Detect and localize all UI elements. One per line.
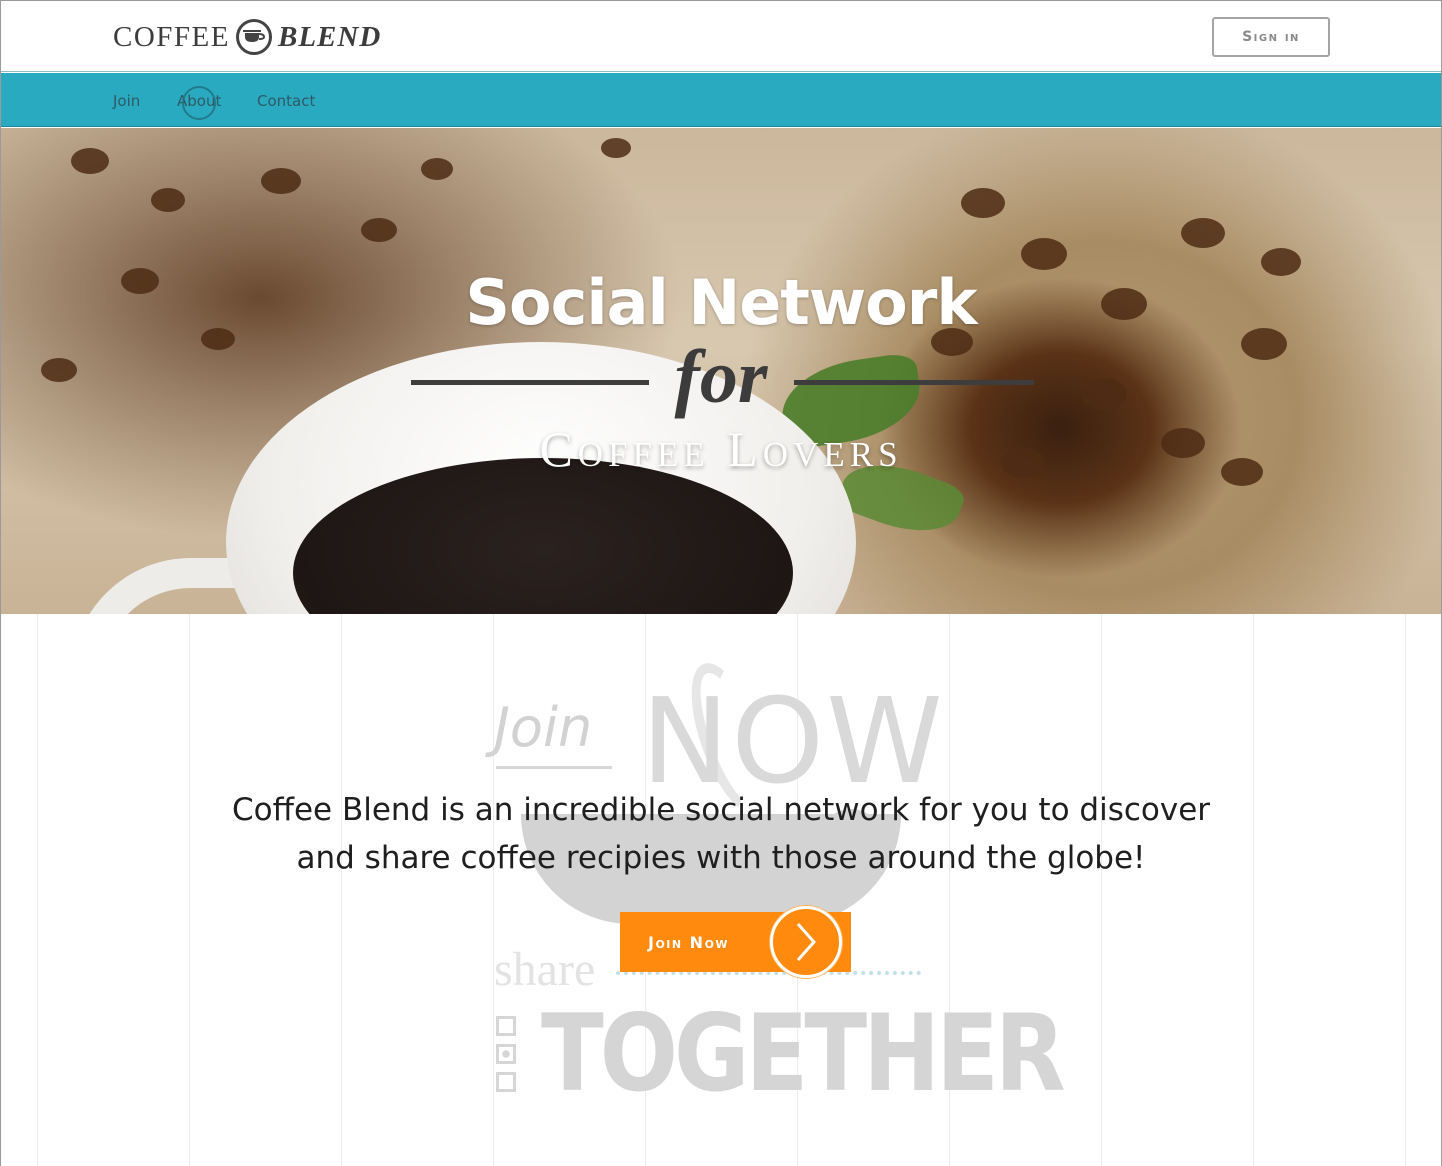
- coffee-cup-icon: [235, 19, 272, 55]
- cursor-indicator: [182, 86, 216, 120]
- join-now-button[interactable]: Join Now: [620, 906, 851, 978]
- nav-item-join[interactable]: Join: [113, 92, 140, 110]
- intro-section: NOW Join share TOGETHER Coffee Blend is …: [1, 614, 1441, 1166]
- logo-word-coffee: COFFEE: [113, 20, 230, 53]
- watermark-share: share: [494, 943, 596, 996]
- intro-description: Coffee Blend is an incredible social net…: [231, 792, 1211, 876]
- hero-banner: Social Network for Coffee Lovers: [1, 128, 1441, 614]
- hero-title: Social Network: [465, 266, 977, 339]
- watermark-together: TOGETHER: [541, 992, 1066, 1116]
- chevron-right-icon[interactable]: [770, 906, 842, 978]
- hero-subtitle: Coffee Lovers: [539, 421, 903, 477]
- hero-for: for: [674, 335, 768, 419]
- logo-word-blend: BLEND: [277, 20, 382, 53]
- nav-item-contact[interactable]: Contact: [257, 92, 315, 110]
- main-nav: Join About Contact: [1, 73, 1441, 127]
- sign-in-button[interactable]: Sign in: [1212, 17, 1330, 57]
- checkbox-icons: [496, 1016, 516, 1100]
- watermark-join: Join: [494, 696, 593, 759]
- site-header: COFFEE BLEND Sign in: [1, 1, 1441, 72]
- join-now-label: Join Now: [648, 932, 730, 952]
- logo[interactable]: COFFEE BLEND: [113, 17, 381, 57]
